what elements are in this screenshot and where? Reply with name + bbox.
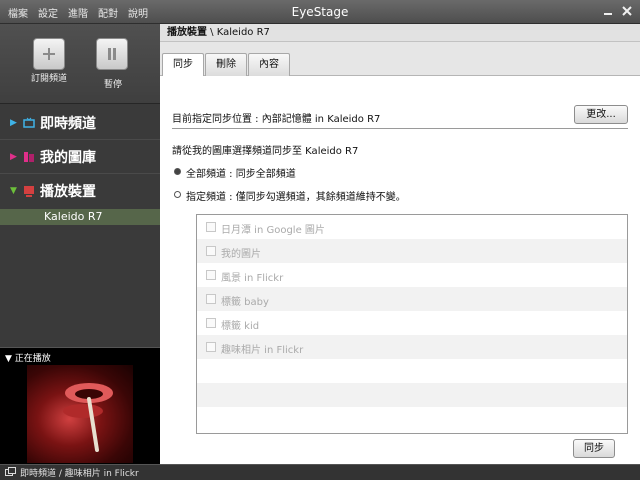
now-playing-text: 正在播放	[14, 354, 51, 364]
menu-settings[interactable]: 設定	[38, 5, 58, 20]
sidebar-item-my-library[interactable]: ▶ 我的圖庫	[0, 140, 160, 174]
minimize-icon[interactable]	[601, 4, 615, 18]
breadcrumb-section[interactable]: 播放裝置	[167, 27, 207, 38]
radio-all-channels[interactable]	[174, 168, 181, 175]
radio-selected-channels[interactable]	[174, 191, 181, 198]
tab-content[interactable]: 內容	[248, 53, 290, 76]
tab-bar: 同步 刪除 內容	[160, 42, 640, 77]
channel-list: 日月潭 in Google 圖片 我的圖片 風景 in Flickr 標籤 ba…	[196, 214, 628, 434]
menu-advanced[interactable]: 進階	[68, 5, 88, 20]
sidebar: 訂閱頻道 暫停 ▶ 即時頻道 ▶ 我的圖庫 ▼ 播放裝置 Kaleido R7	[0, 24, 160, 464]
sidebar-item-live-channels[interactable]: ▶ 即時頻道	[0, 106, 160, 140]
breadcrumb-current: \ Kaleido R7	[207, 27, 270, 38]
library-icon	[23, 151, 35, 163]
list-empty-row	[197, 359, 627, 383]
divider	[172, 128, 628, 129]
list-item[interactable]: 標籤 baby	[197, 287, 627, 311]
channel-icon	[5, 467, 16, 480]
list-item[interactable]: 我的圖片	[197, 239, 627, 263]
close-icon[interactable]	[620, 4, 634, 18]
option-selected-label: 指定頻道 : 僅同步勾選頻道，其餘頻道維持不變。	[186, 192, 406, 203]
now-playing-panel: ▼ 正在播放	[0, 347, 160, 464]
channel-label: 日月潭 in Google 圖片	[221, 225, 325, 236]
list-empty-row	[197, 407, 627, 431]
change-button[interactable]: 更改...	[574, 105, 628, 124]
menu-pairing[interactable]: 配對	[98, 5, 118, 20]
channel-checkbox[interactable]	[206, 270, 216, 280]
channel-label: 標籤 kid	[221, 321, 260, 332]
list-item[interactable]: 風景 in Flickr	[197, 263, 627, 287]
channel-label: 風景 in Flickr	[221, 273, 284, 284]
tab-delete[interactable]: 刪除	[205, 53, 247, 76]
sidebar-item-kaleido-r7[interactable]: Kaleido R7	[0, 209, 160, 225]
channel-checkbox[interactable]	[206, 318, 216, 328]
chevron-right-icon: ▶	[10, 151, 17, 162]
sync-location-text: 目前指定同步位置 : 內部記憶體 in Kaleido R7	[172, 114, 381, 125]
channel-checkbox[interactable]	[206, 222, 216, 232]
channel-checkbox[interactable]	[206, 246, 216, 256]
channel-checkbox[interactable]	[206, 342, 216, 352]
sidebar-item-playback-device[interactable]: ▼ 播放裝置	[0, 174, 160, 208]
list-item[interactable]: 標籤 kid	[197, 311, 627, 335]
status-text: 即時頻道 / 趣味相片 in Flickr	[20, 469, 139, 479]
sidebar-item-label: 即時頻道	[40, 115, 96, 132]
now-playing-image	[27, 365, 133, 463]
tab-sync[interactable]: 同步	[162, 53, 204, 77]
device-icon	[23, 185, 35, 197]
sidebar-actions: 訂閱頻道 暫停	[0, 24, 160, 104]
pause-label: 暫停	[103, 80, 122, 90]
channel-label: 標籤 baby	[221, 297, 269, 308]
subscribe-button[interactable]	[33, 38, 65, 70]
list-item[interactable]: 日月潭 in Google 圖片	[197, 215, 627, 239]
menu-file[interactable]: 檔案	[8, 5, 28, 20]
chevron-right-icon: ▶	[10, 117, 17, 128]
chevron-down-icon: ▼	[5, 354, 15, 364]
breadcrumb: 播放裝置 \ Kaleido R7	[160, 24, 640, 42]
list-empty-row	[197, 383, 627, 407]
sync-button[interactable]: 同步	[573, 439, 615, 458]
instruction-text: 請從我的圖庫選擇頻道同步至 Kaleido R7	[172, 146, 359, 157]
menu-bar: 檔案 設定 進階 配對 說明	[8, 0, 148, 24]
pause-button[interactable]	[96, 38, 128, 70]
sidebar-item-label: 播放裝置	[40, 184, 96, 200]
subscribe-label: 訂閱頻道	[30, 74, 67, 84]
channel-label: 趣味相片 in Flickr	[221, 345, 304, 356]
menu-help[interactable]: 說明	[128, 5, 148, 20]
sidebar-item-label: 我的圖庫	[40, 149, 96, 166]
title-bar: 檔案 設定 進階 配對 說明 EyeStage	[0, 0, 640, 24]
option-all-label: 全部頻道 : 同步全部頻道	[186, 169, 296, 180]
device-label: Kaleido R7	[44, 210, 103, 223]
plus-icon	[43, 48, 55, 60]
pause-icon	[108, 48, 116, 60]
list-item[interactable]: 趣味相片 in Flickr	[197, 335, 627, 359]
chevron-down-icon: ▼	[10, 186, 17, 196]
channel-checkbox[interactable]	[206, 294, 216, 304]
sync-tab-content: 目前指定同步位置 : 內部記憶體 in Kaleido R7 更改... 請從我…	[160, 76, 640, 464]
tv-icon	[23, 117, 35, 129]
main-panel: 播放裝置 \ Kaleido R7 同步 刪除 內容 目前指定同步位置 : 內部…	[160, 24, 640, 464]
status-bar: 即時頻道 / 趣味相片 in Flickr	[0, 464, 640, 480]
now-playing-label: ▼ 正在播放	[5, 351, 51, 364]
channel-label: 我的圖片	[221, 249, 261, 260]
